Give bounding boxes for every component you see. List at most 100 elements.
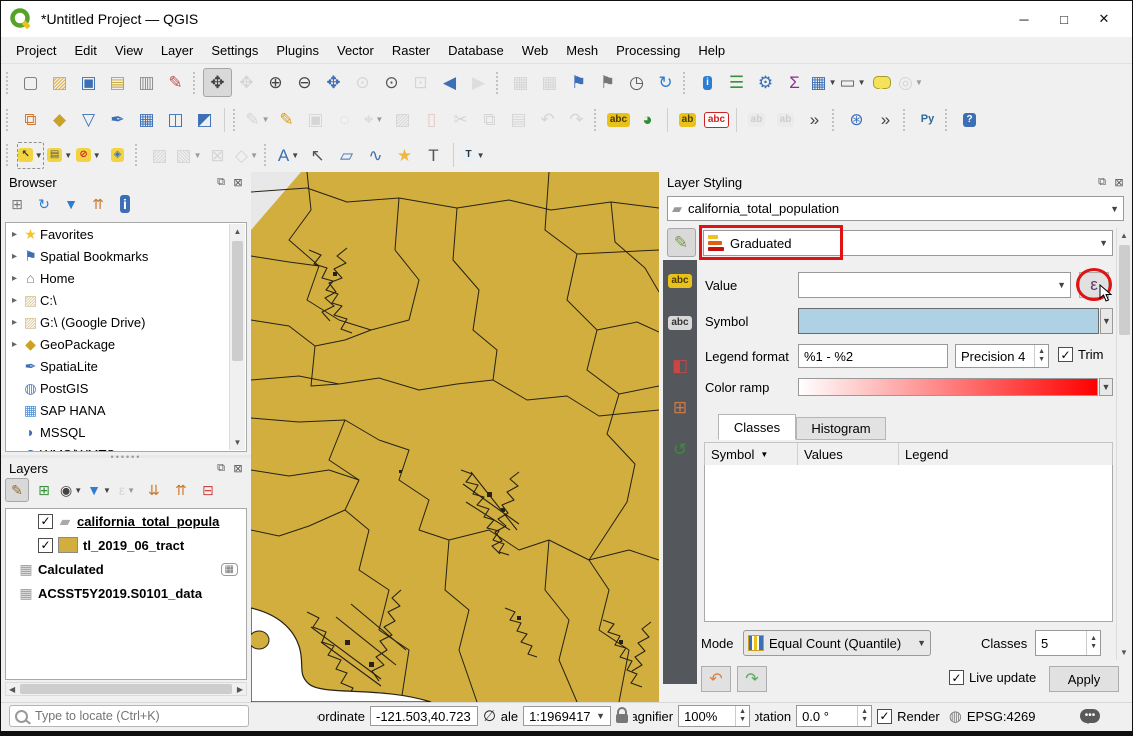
select-features-by-form-dropdown-icon[interactable]: ▼ [64, 151, 72, 160]
scroll-thumb[interactable] [20, 684, 232, 694]
toolbar-grip[interactable] [594, 109, 600, 131]
new-project-icon[interactable]: ▢ [16, 68, 45, 97]
scroll-left-icon[interactable]: ◀ [6, 685, 18, 694]
menu-item-vector[interactable]: Vector [328, 40, 383, 61]
toolbar-grip[interactable] [135, 144, 141, 166]
expander-icon[interactable]: ▸ [8, 295, 21, 306]
browser-item-wms-wmts[interactable]: ⊛WMS/WMTS [6, 443, 246, 452]
menu-item-processing[interactable]: Processing [607, 40, 689, 61]
column-legend[interactable]: Legend [899, 443, 1112, 465]
expander-icon[interactable]: ▸ [8, 317, 21, 328]
layer-labeling-options-icon[interactable]: abc [604, 105, 633, 134]
symbol-dropdown[interactable]: ▼ [1100, 308, 1113, 334]
create-text-annotation-icon[interactable]: T [419, 141, 448, 170]
run-feature-action-dropdown-icon[interactable]: ▼ [915, 78, 923, 87]
scroll-up-icon[interactable]: ▲ [1120, 228, 1128, 243]
toolbar-grip[interactable] [6, 72, 12, 94]
spinner-arrows-icon[interactable]: ▲▼ [1086, 631, 1100, 655]
browser-item-geopackage[interactable]: ▸◆GeoPackage [6, 333, 246, 355]
toolbar-extension-icon[interactable]: » [800, 105, 829, 134]
expander-icon[interactable]: ▸ [8, 229, 21, 240]
apply-button[interactable]: Apply [1049, 666, 1119, 692]
layer-item-acsst5y2019-s0101-data[interactable]: ▦ACSST5Y2019.S0101_data [6, 581, 246, 605]
value-dropdown[interactable]: ▼ [798, 272, 1071, 298]
layer-visibility-checkbox[interactable]: ✓ [38, 514, 53, 529]
scroll-right-icon[interactable]: ▶ [234, 685, 246, 694]
tab-3d-view-icon[interactable]: ◧ [667, 352, 693, 378]
add-selected-layers-icon[interactable]: ⊞ [5, 192, 29, 216]
properties-widget-icon[interactable]: i [113, 192, 137, 216]
mode-dropdown[interactable]: Equal Count (Quantile) ▼ [743, 630, 931, 656]
tab-masks-icon[interactable]: abc [667, 310, 693, 336]
tab-symbology-icon[interactable]: ✎ [667, 228, 696, 257]
open-project-icon[interactable]: ▨ [45, 68, 74, 97]
filter-legend-dropdown-icon[interactable]: ▼ [103, 486, 111, 495]
show-layout-manager-icon[interactable]: ▥ [132, 68, 161, 97]
filter-browser-icon[interactable]: ▼ [59, 192, 83, 216]
toolbar-grip[interactable] [6, 109, 12, 131]
temporal-controller-icon[interactable]: ◷ [622, 68, 651, 97]
rotation-spinner[interactable]: 0.0 °▲▼ [796, 705, 872, 727]
magnifier-spinner[interactable]: 100%▲▼ [678, 705, 750, 727]
new-mesh-layer-icon[interactable]: ◩ [190, 105, 219, 134]
current-edits-dropdown-icon[interactable]: ▼ [262, 115, 270, 124]
classes-table-body[interactable] [704, 465, 1113, 622]
tab-diagrams-icon[interactable]: ⊞ [667, 394, 693, 420]
browser-item-g-google-drive[interactable]: ▸▨G:\ (Google Drive) [6, 311, 246, 333]
new-spatial-bookmark-icon[interactable]: ⚑ [564, 68, 593, 97]
menu-item-view[interactable]: View [106, 40, 152, 61]
browser-item-postgis[interactable]: ◍PostGIS [6, 377, 246, 399]
layer-item-calculated[interactable]: ▦Calculated▦ [6, 557, 246, 581]
open-data-source-manager-icon[interactable]: ⧉ [16, 105, 45, 134]
toolbar-grip[interactable] [903, 109, 909, 131]
menu-item-raster[interactable]: Raster [383, 40, 439, 61]
create-marker-annotation-icon[interactable]: ★ [390, 141, 419, 170]
select-features-by-form-icon[interactable]: ▤▼ [45, 141, 74, 170]
spinner-arrows-icon[interactable]: ▲▼ [1034, 345, 1048, 367]
browser-float-icon[interactable]: ⧉ [214, 176, 228, 190]
toolbar-grip[interactable] [496, 72, 502, 94]
tab-classes[interactable]: Classes [718, 414, 796, 440]
toolbar-grip[interactable] [193, 72, 199, 94]
new-shapefile-layer-icon[interactable]: ▽ [74, 105, 103, 134]
browser-item-c[interactable]: ▸▨C:\ [6, 289, 246, 311]
pointer-tracking-icon[interactable]: ∅ [483, 707, 496, 725]
locate-box[interactable] [9, 705, 249, 727]
toolbar-grip[interactable] [945, 109, 951, 131]
help-contents-icon[interactable]: ? [955, 105, 984, 134]
new-temporary-scratch-layer-icon[interactable]: ▦ [132, 105, 161, 134]
redo-style-button[interactable]: ↷ [737, 666, 767, 692]
deselect-features-dropdown-icon[interactable]: ▼ [93, 151, 101, 160]
scroll-down-icon[interactable]: ▼ [234, 435, 242, 450]
render-checkbox[interactable]: ✓ [877, 709, 892, 724]
expand-all-layers-icon[interactable]: ⇊ [142, 478, 166, 502]
precision-spinner[interactable]: Precision 4 ▲▼ [955, 344, 1049, 368]
legend-format-input[interactable] [798, 344, 948, 368]
move-feature-dropdown-icon[interactable]: ▼ [194, 151, 202, 160]
pan-map-icon[interactable]: ✥ [203, 68, 232, 97]
map-canvas[interactable] [251, 172, 659, 702]
undo-style-button[interactable]: ↶ [701, 666, 731, 692]
expander-icon[interactable]: ▸ [8, 273, 21, 284]
collapse-all-layers-icon[interactable]: ⇈ [169, 478, 193, 502]
spinner-arrows-icon[interactable]: ▲▼ [857, 706, 871, 726]
pin-unpin-labels-icon[interactable]: ab [673, 105, 702, 134]
text-annotation-bubble-dropdown-icon[interactable]: ▼ [477, 151, 485, 160]
menu-item-plugins[interactable]: Plugins [267, 40, 328, 61]
menu-item-layer[interactable]: Layer [152, 40, 203, 61]
select-features-dropdown-icon[interactable]: ▼ [35, 151, 43, 160]
lock-scale-icon[interactable] [616, 714, 628, 723]
tab-histogram[interactable]: Histogram [796, 417, 886, 440]
map-tips-icon[interactable] [867, 68, 896, 97]
browser-item-spatial-bookmarks[interactable]: ▸⚑Spatial Bookmarks [6, 245, 246, 267]
coordinate-value[interactable]: -121.503,40.723 [370, 706, 478, 726]
color-ramp-preview[interactable] [798, 378, 1098, 396]
zoom-full-icon[interactable]: ✥ [319, 68, 348, 97]
new-spatialite-layer-icon[interactable]: ✒ [103, 105, 132, 134]
python-console-icon[interactable]: Py [913, 105, 942, 134]
locate-input[interactable] [33, 708, 243, 724]
browser-close-icon[interactable]: ⊠ [231, 176, 245, 190]
color-ramp-dropdown[interactable]: ▼ [1099, 378, 1113, 396]
scroll-thumb[interactable] [232, 241, 243, 361]
tab-labels-icon[interactable]: abc [667, 268, 693, 294]
